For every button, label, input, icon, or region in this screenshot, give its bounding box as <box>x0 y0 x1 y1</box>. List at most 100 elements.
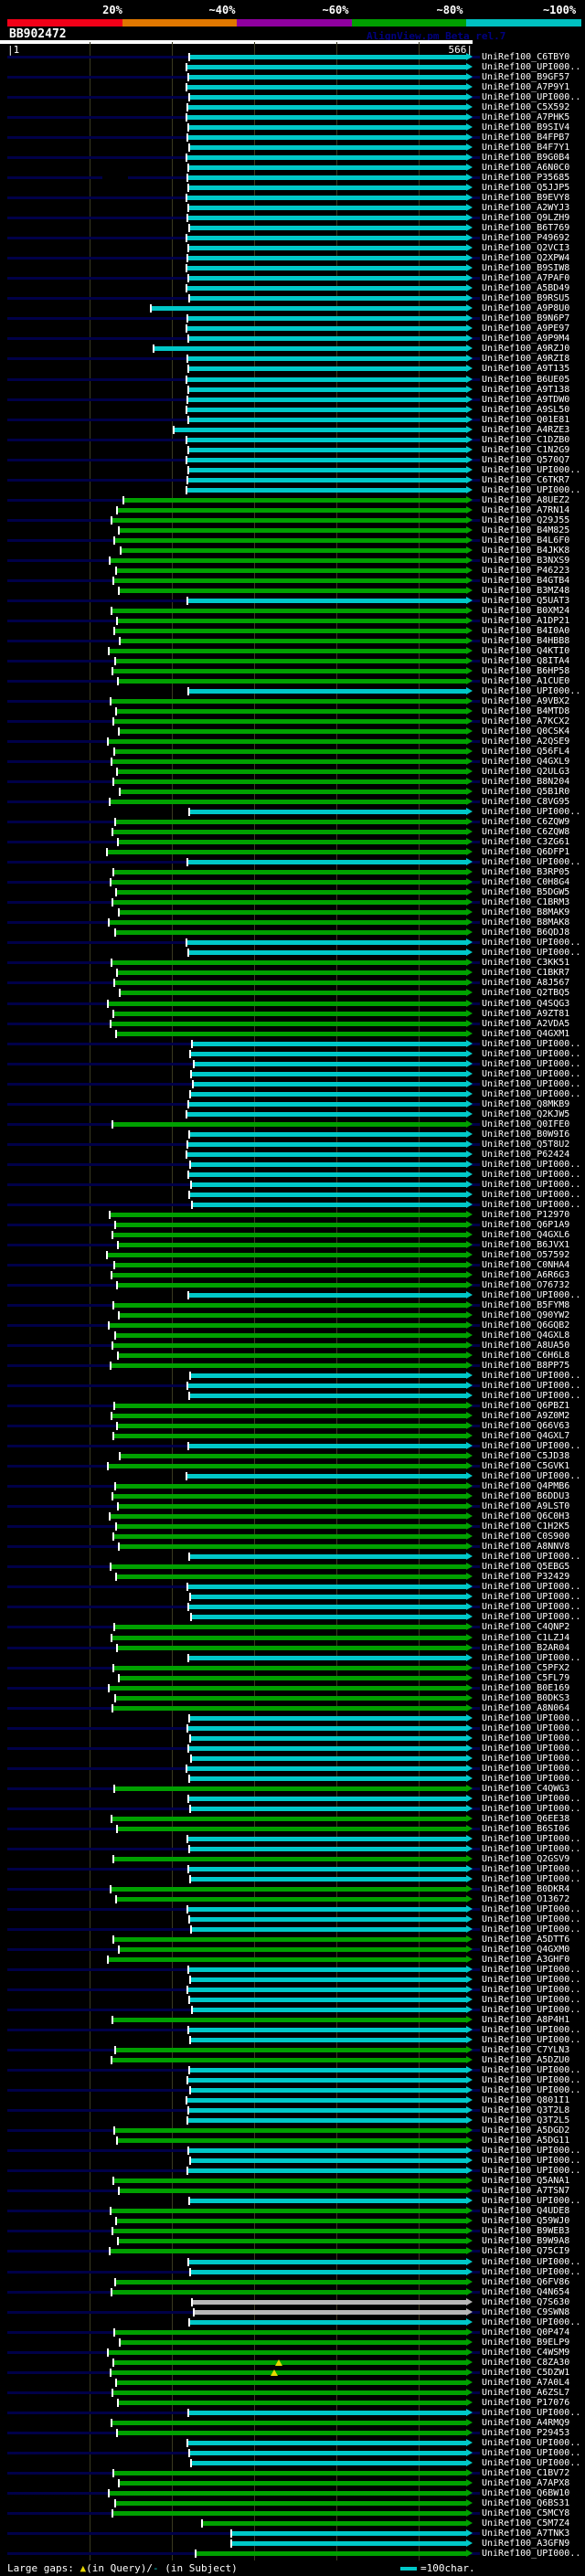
hit-label[interactable]: UniRef100_A9P8U0 <box>482 303 569 313</box>
hit-label[interactable]: UniRef100_A2QSE9 <box>482 737 569 747</box>
hit-bar[interactable] <box>186 286 466 292</box>
hit-label[interactable]: UniRef100_C5MCY8 <box>482 2508 569 2518</box>
hit-bar[interactable] <box>112 2018 466 2023</box>
low-score-segment[interactable] <box>102 175 128 181</box>
hit-label[interactable]: UniRef100_B4M825 <box>482 525 569 535</box>
hit-bar[interactable] <box>188 2259 466 2264</box>
hit-bar[interactable] <box>114 1625 466 1630</box>
hit-label[interactable]: UniRef100_A5DG11 <box>482 2136 569 2146</box>
hit-label[interactable]: UniRef100_UPI000.. <box>482 1733 580 1744</box>
hit-label[interactable]: UniRef100_B6JVX1 <box>482 1240 569 1250</box>
hit-bar[interactable] <box>114 2329 466 2335</box>
hit-bar[interactable] <box>188 366 466 372</box>
hit-label[interactable]: UniRef100_A9Z0M2 <box>482 1411 569 1421</box>
hit-label[interactable]: UniRef100_B0XM24 <box>482 606 569 616</box>
hit-bar[interactable] <box>187 316 466 322</box>
hit-bar[interactable] <box>190 1161 466 1167</box>
hit-bar[interactable] <box>190 1051 466 1056</box>
hit-bar[interactable] <box>187 1141 466 1147</box>
hit-bar[interactable] <box>119 527 466 533</box>
hit-bar[interactable] <box>119 1947 466 1952</box>
hit-label[interactable]: UniRef100_A8N064 <box>482 1703 569 1713</box>
hit-bar[interactable] <box>113 1011 466 1016</box>
hit-label[interactable]: UniRef100_Q4GXL8 <box>482 1330 569 1341</box>
hit-label[interactable]: UniRef100_A9ZT81 <box>482 1009 569 1019</box>
hit-label[interactable]: UniRef100_UPI000.. <box>482 2156 580 2166</box>
hit-bar[interactable] <box>188 125 466 131</box>
hit-bar[interactable] <box>188 1605 466 1610</box>
hit-bar[interactable] <box>194 1061 466 1066</box>
hit-bar[interactable] <box>120 790 466 795</box>
hit-bar[interactable] <box>115 2500 466 2506</box>
hit-bar[interactable] <box>187 2440 466 2445</box>
hit-label[interactable]: UniRef100_UPI000.. <box>482 1764 580 1774</box>
hit-label[interactable]: UniRef100_UPI000.. <box>482 1391 580 1401</box>
hit-label[interactable]: UniRef100_C6TKR7 <box>482 475 569 485</box>
hit-bar[interactable] <box>119 588 466 593</box>
hit-bar[interactable] <box>187 1906 466 1912</box>
hit-label[interactable]: UniRef100_A7P9Y1 <box>482 82 569 92</box>
hit-bar[interactable] <box>112 960 466 966</box>
hit-bar[interactable] <box>118 1242 466 1247</box>
hit-label[interactable]: UniRef100_C1DZB0 <box>482 435 569 445</box>
hit-label[interactable]: UniRef100_UPI000.. <box>482 857 580 867</box>
hit-label[interactable]: UniRef100_UPI000.. <box>482 1844 580 1854</box>
hit-label[interactable]: UniRef100_C8ZA30 <box>482 2358 569 2368</box>
hit-label[interactable]: UniRef100_B9G0B4 <box>482 153 569 163</box>
hit-label[interactable]: UniRef100_C1H2K5 <box>482 1521 569 1532</box>
hit-label[interactable]: UniRef100_UPI000.. <box>482 1985 580 1995</box>
hit-label[interactable]: UniRef100_C0S900 <box>482 1532 569 1542</box>
hit-label[interactable]: UniRef100_A4RMQ9 <box>482 2418 569 2428</box>
hit-label[interactable]: UniRef100_A6ZSL7 <box>482 2388 569 2398</box>
hit-bar[interactable] <box>188 1967 466 1973</box>
hit-label[interactable]: UniRef100_UPI000.. <box>482 2166 580 2176</box>
hit-bar[interactable] <box>115 2048 466 2053</box>
hit-bar[interactable] <box>187 2168 466 2174</box>
hit-label[interactable]: UniRef100_UPI000.. <box>482 1995 580 2005</box>
hit-label[interactable]: UniRef100_C4WSM9 <box>482 2348 569 2358</box>
hit-bar[interactable] <box>187 598 466 603</box>
hit-bar[interactable] <box>114 981 466 986</box>
hit-label[interactable]: UniRef100_UPI000.. <box>482 2085 580 2095</box>
hit-label[interactable]: UniRef100_A5DZU0 <box>482 2055 569 2065</box>
hit-label[interactable]: UniRef100_Q6GQB2 <box>482 1320 569 1330</box>
hit-label[interactable]: UniRef100_B3MZ48 <box>482 586 569 596</box>
hit-bar[interactable] <box>112 2289 466 2295</box>
hit-bar[interactable] <box>108 739 466 745</box>
hit-bar[interactable] <box>202 2520 466 2526</box>
hit-label[interactable]: UniRef100_Q59WJ0 <box>482 2216 569 2226</box>
hit-bar[interactable] <box>188 467 466 472</box>
hit-bar[interactable] <box>188 689 466 694</box>
hit-label[interactable]: UniRef100_B3NXS9 <box>482 556 569 566</box>
hit-bar[interactable] <box>196 2550 466 2556</box>
hit-bar[interactable] <box>188 1866 466 1871</box>
hit-bar[interactable] <box>117 1645 466 1650</box>
hit-label[interactable]: UniRef100_UPI000.. <box>482 1381 580 1391</box>
hit-label[interactable]: UniRef100_A9P9M4 <box>482 334 569 344</box>
hit-label[interactable]: UniRef100_A7KCX2 <box>482 716 569 726</box>
hit-bar[interactable] <box>118 1353 466 1359</box>
hit-label[interactable]: UniRef100_B4F7Y1 <box>482 143 569 153</box>
hit-label[interactable]: UniRef100_C9SWN8 <box>482 2307 569 2317</box>
hit-label[interactable]: UniRef100_UPI000.. <box>482 686 580 696</box>
hit-bar[interactable] <box>119 1313 466 1318</box>
hit-bar[interactable] <box>112 1343 466 1349</box>
hit-label[interactable]: UniRef100_UPI000.. <box>482 92 580 102</box>
hit-bar[interactable] <box>187 1383 466 1389</box>
hit-bar[interactable] <box>113 1434 466 1439</box>
hit-bar[interactable] <box>116 1524 466 1530</box>
hit-label[interactable]: UniRef100_P17076 <box>482 2398 569 2408</box>
hit-bar[interactable] <box>188 417 466 422</box>
hit-bar[interactable] <box>111 880 466 885</box>
hit-label[interactable]: UniRef100_Q6FV86 <box>482 2277 569 2287</box>
hit-label[interactable]: UniRef100_A5DTT6 <box>482 1935 569 1945</box>
hit-label[interactable]: UniRef100_UPI000.. <box>482 1200 580 1210</box>
hit-label[interactable]: UniRef100_A9RZI8 <box>482 354 569 364</box>
hit-label[interactable]: UniRef100_B6UE05 <box>482 375 569 385</box>
hit-label[interactable]: UniRef100_Q6BS31 <box>482 2498 569 2508</box>
hit-label[interactable]: UniRef100_A3GFN9 <box>482 2539 569 2549</box>
hit-bar[interactable] <box>190 1876 466 1882</box>
hit-bar[interactable] <box>188 1101 466 1107</box>
hit-label[interactable]: UniRef100_UPI000.. <box>482 1612 580 1622</box>
hit-label[interactable]: UniRef100_C0NHA4 <box>482 1260 569 1270</box>
